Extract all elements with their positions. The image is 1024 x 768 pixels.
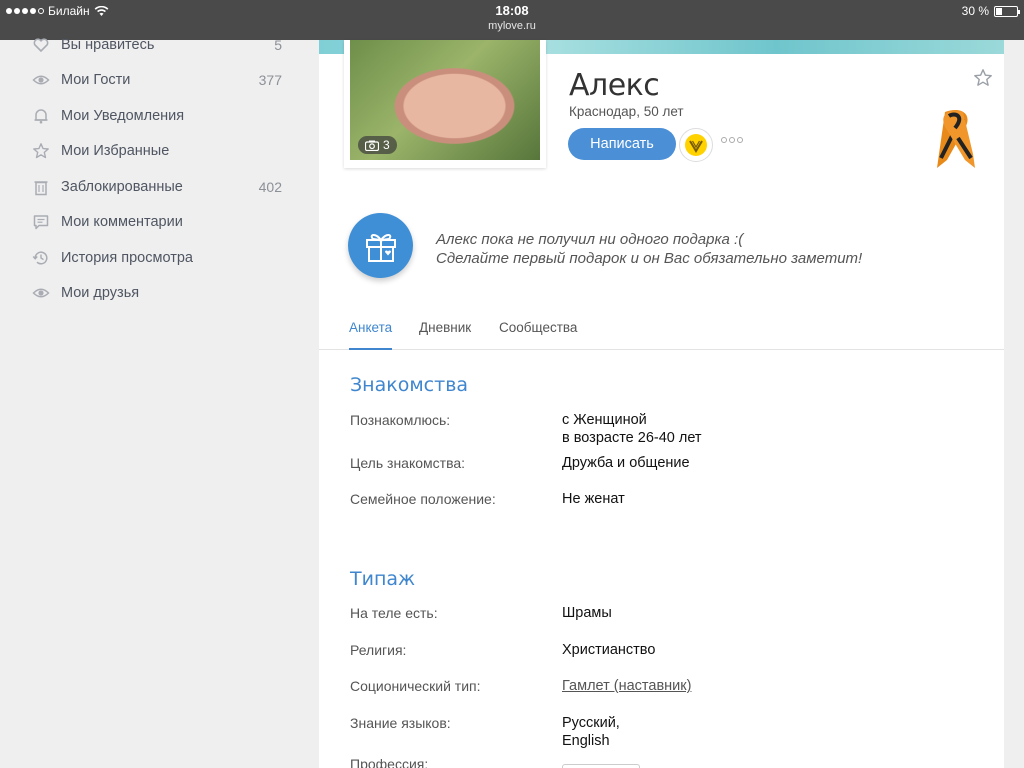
- profile-panel: 3 Алекс Краснодар, 50 лет Написать Алекс…: [319, 40, 1004, 768]
- field-label: На теле есть:: [350, 605, 438, 621]
- st-george-ribbon-icon: [937, 109, 975, 168]
- field-value-line: в возрасте 26-40 лет: [562, 430, 702, 446]
- eye-icon: [30, 71, 52, 89]
- sidebar-item-label: История просмотра: [61, 250, 193, 266]
- eye-icon: [30, 284, 52, 302]
- heart-icon: [30, 36, 52, 54]
- field-label: Семейное положение:: [350, 491, 496, 507]
- sidebar-item-count: 402: [258, 179, 282, 195]
- more-options-button[interactable]: [721, 137, 743, 143]
- field-value: Не женат: [562, 491, 625, 507]
- photo-count: 3: [383, 138, 390, 152]
- sidebar-item-label: Мои Уведомления: [61, 108, 185, 124]
- favorite-star-icon[interactable]: [973, 68, 993, 88]
- sidebar-item-guests[interactable]: Мои Гости 377: [30, 65, 282, 95]
- tab-diary[interactable]: Дневник: [419, 320, 471, 350]
- sidebar-item-label: Вы нравитесь: [61, 37, 155, 53]
- profile-tabs: Анкета Дневник Сообщества: [319, 310, 1004, 350]
- camera-icon: [365, 140, 379, 151]
- profile-photo-frame[interactable]: 3: [344, 40, 546, 168]
- no-gifts-message: Алекс пока не получил ни одного подарка …: [436, 230, 862, 268]
- field-label: Профессия:: [350, 756, 429, 768]
- field-value: Шрамы: [562, 605, 612, 621]
- section-title-acquaintance: Знакомства: [350, 374, 469, 396]
- profile-location-age: Краснодар, 50 лет: [569, 104, 684, 119]
- sidebar: Вы нравитесь 5 Мои Гости 377 Мои Уведомл…: [0, 37, 318, 768]
- sidebar-item-label: Заблокированные: [61, 179, 183, 195]
- trash-icon: [30, 178, 52, 196]
- profile-photo[interactable]: 3: [350, 40, 540, 160]
- profile-name: Алекс: [569, 68, 660, 103]
- battery-icon: [994, 5, 1020, 17]
- field-label: Религия:: [350, 642, 407, 658]
- field-label: Цель знакомства:: [350, 455, 466, 471]
- field-value: Гамлет (наставник): [562, 677, 691, 695]
- status-bar-right: 30 %: [961, 4, 1020, 18]
- field-label: Познакомлюсь:: [350, 412, 451, 428]
- field-value: Дружба и общение: [562, 455, 690, 471]
- bell-icon: [30, 107, 52, 125]
- battery-percent: 30 %: [961, 4, 989, 18]
- history-icon: [30, 249, 52, 267]
- sidebar-item-label: Мои друзья: [61, 285, 140, 301]
- field-value-line: с Женщиной: [562, 412, 647, 428]
- vip-icon: [685, 134, 707, 156]
- field-value: с Женщиной в возрасте 26-40 лет: [562, 411, 702, 447]
- vip-badge[interactable]: [679, 128, 713, 162]
- comment-icon: [30, 213, 52, 231]
- sidebar-item-comments[interactable]: Мои комментарии: [30, 207, 282, 237]
- sidebar-item-favorites[interactable]: Мои Избранные: [30, 136, 282, 166]
- gift-icon: [365, 233, 396, 262]
- field-value-line: Русский,: [562, 715, 620, 731]
- sidebar-item-likes[interactable]: Вы нравитесь 5: [30, 30, 282, 60]
- write-message-button[interactable]: Написать: [568, 128, 676, 160]
- field-label: Соционический тип:: [350, 678, 481, 694]
- sidebar-item-label: Мои комментарии: [61, 214, 183, 230]
- sidebar-item-count: 377: [258, 72, 282, 88]
- sidebar-item-history[interactable]: История просмотра: [30, 243, 282, 273]
- sidebar-item-notifications[interactable]: Мои Уведомления: [30, 101, 282, 131]
- field-label: Знание языков:: [350, 715, 451, 731]
- status-bar-center: 18:08 mylove.ru: [0, 3, 1024, 32]
- socionic-type-link[interactable]: Гамлет (наставник): [562, 678, 691, 694]
- sidebar-item-blocked[interactable]: Заблокированные 402: [30, 172, 282, 202]
- clock: 18:08: [495, 3, 529, 18]
- tab-communities[interactable]: Сообщества: [499, 320, 577, 350]
- sidebar-item-friends[interactable]: Мои друзья: [30, 278, 282, 308]
- sidebar-item-label: Мои Гости: [61, 72, 131, 88]
- sidebar-item-count: 5: [274, 37, 282, 53]
- star-icon: [30, 142, 52, 160]
- field-value-line: English: [562, 733, 610, 749]
- field-value: Русский, English: [562, 714, 620, 750]
- gift-button[interactable]: [348, 213, 413, 278]
- no-gifts-line-2: Сделайте первый подарок и он Вас обязате…: [436, 250, 863, 267]
- photo-count-badge[interactable]: 3: [358, 136, 397, 154]
- sidebar-item-label: Мои Избранные: [61, 143, 170, 159]
- tab-questionnaire[interactable]: Анкета: [349, 320, 393, 350]
- field-value: Христианство: [562, 642, 656, 658]
- profession-value-box: [562, 764, 640, 768]
- no-gifts-line-1: Алекс пока не получил ни одного подарка …: [436, 231, 744, 248]
- section-title-type: Типаж: [350, 568, 416, 590]
